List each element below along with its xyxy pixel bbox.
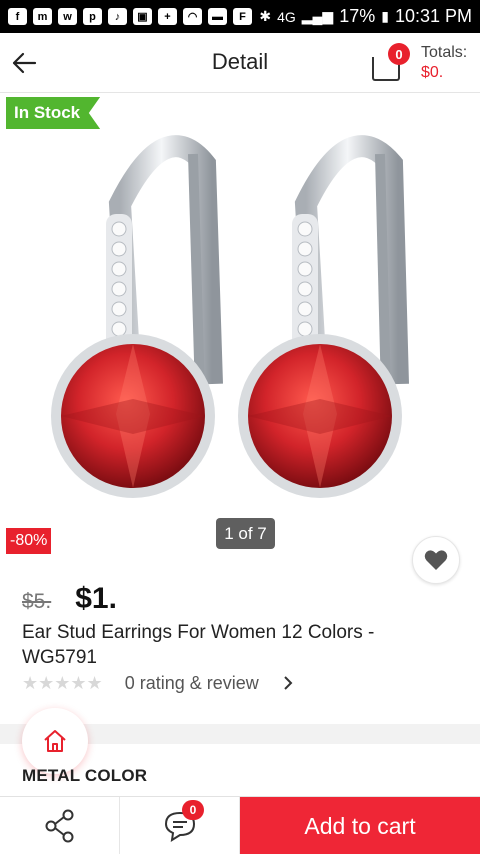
share-icon: [45, 809, 73, 843]
cart-totals[interactable]: Totals: $0.: [421, 43, 467, 83]
product-image-gallery[interactable]: In Stock -80% 1 of 7: [0, 94, 480, 584]
rating-text: 0 rating & review: [124, 672, 259, 693]
favorite-button[interactable]: [412, 536, 460, 584]
clock: 10:31 PM: [394, 6, 472, 26]
app-icon: p: [83, 8, 102, 25]
plus-icon: +: [158, 8, 177, 25]
wish-icon: w: [58, 8, 77, 25]
status-bar: f m w p ♪ ▣ + ◠ ▬ F ✱ 4G ▂▄▆ 17% ▮ 10:31…: [0, 0, 480, 33]
image-pager: 1 of 7: [216, 518, 275, 549]
totals-value: $0.: [421, 64, 444, 81]
battery-icon: ▮: [381, 8, 389, 24]
facebook-icon: f: [8, 8, 27, 25]
status-right: ✱ 4G ▂▄▆ 17% ▮ 10:31 PM: [259, 6, 472, 27]
notification-icons: f m w p ♪ ▣ + ◠ ▬ F: [8, 8, 252, 25]
stock-badge: In Stock: [6, 97, 101, 129]
rating-link[interactable]: ★★★★★ 0 rating & review: [22, 672, 299, 694]
gallery-icon: ▣: [133, 8, 152, 25]
message-count-badge: 0: [182, 800, 204, 820]
totals-label: Totals:: [421, 44, 468, 61]
cart-count-badge: 0: [388, 43, 410, 65]
media-icon: ♪: [108, 8, 127, 25]
signal-type: 4G: [277, 8, 296, 25]
product-title: Ear Stud Earrings For Women 12 Colors - …: [22, 622, 375, 668]
bluetooth-icon: ✱: [259, 8, 272, 24]
heart-icon: [424, 550, 448, 570]
rating-stars: ★★★★★: [22, 672, 103, 693]
add-to-cart-button[interactable]: Add to cart: [240, 797, 480, 854]
chat-icon: ▬: [208, 8, 227, 25]
bottom-action-bar: 0 Add to cart: [0, 796, 480, 854]
earrings-image: [51, 135, 409, 498]
left-earring: [51, 135, 223, 498]
signal-icon: ▂▄▆: [301, 8, 334, 24]
price-row: $5. $1.: [22, 582, 117, 616]
cart-button[interactable]: 0: [370, 43, 410, 83]
flag-icon: F: [233, 8, 252, 25]
home-button[interactable]: [22, 708, 88, 774]
chevron-right-icon: [277, 672, 299, 694]
wifi-icon: ◠: [183, 8, 202, 25]
discount-badge: -80%: [6, 528, 52, 554]
home-icon: [44, 730, 66, 752]
original-price: $5.: [22, 590, 52, 613]
share-button[interactable]: [0, 797, 120, 854]
sale-price: $1.: [75, 582, 117, 615]
top-nav: Detail 0 Totals: $0.: [0, 33, 480, 93]
metal-color-heading: METAL COLOR: [22, 766, 148, 785]
messages-button[interactable]: 0: [120, 797, 240, 854]
right-earring: [238, 135, 409, 498]
messenger-icon: m: [33, 8, 52, 25]
battery-level: 17%: [339, 6, 376, 26]
